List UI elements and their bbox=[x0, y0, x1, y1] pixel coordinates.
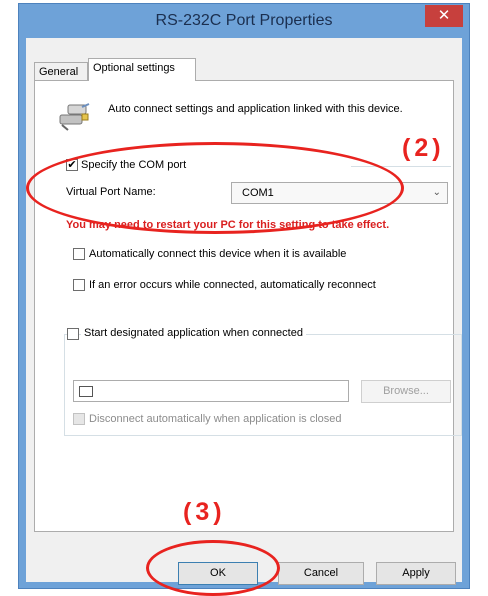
device-connection-icon bbox=[59, 103, 90, 131]
apply-button[interactable]: Apply bbox=[376, 562, 456, 585]
window-title: RS-232C Port Properties bbox=[155, 12, 333, 29]
browse-button[interactable]: Browse... bbox=[361, 380, 451, 403]
title-bar[interactable]: RS-232C Port Properties ✕ bbox=[19, 4, 469, 38]
annotation-step-2: (2) bbox=[402, 134, 445, 162]
disconnect-auto-checkbox[interactable] bbox=[73, 413, 85, 425]
file-icon bbox=[79, 386, 93, 397]
close-button[interactable]: ✕ bbox=[425, 5, 463, 27]
start-application-label: Start designated application when connec… bbox=[81, 327, 306, 341]
auto-connect-checkbox[interactable] bbox=[73, 248, 85, 260]
auto-connect-label: Automatically connect this device when i… bbox=[89, 248, 347, 260]
annotation-ring-com-port bbox=[26, 142, 404, 234]
application-path-input[interactable] bbox=[73, 380, 349, 402]
annotation-ring-ok bbox=[146, 540, 280, 596]
description-text: Auto connect settings and application li… bbox=[108, 103, 403, 115]
dialog-body: General Optional settings Auto connect s… bbox=[26, 38, 462, 585]
tab-optional-settings[interactable]: Optional settings bbox=[88, 58, 196, 81]
chevron-down-icon: ⌄ bbox=[432, 187, 441, 198]
tab-general[interactable]: General bbox=[34, 62, 88, 80]
auto-reconnect-label: If an error occurs while connected, auto… bbox=[89, 279, 376, 291]
cancel-button[interactable]: Cancel bbox=[278, 562, 364, 585]
properties-dialog: RS-232C Port Properties ✕ General Option… bbox=[18, 3, 470, 589]
disconnect-auto-label: Disconnect automatically when applicatio… bbox=[89, 413, 342, 425]
auto-reconnect-checkbox[interactable] bbox=[73, 279, 85, 291]
start-application-checkbox[interactable] bbox=[67, 328, 79, 340]
annotation-step-3: (3) bbox=[183, 498, 226, 526]
